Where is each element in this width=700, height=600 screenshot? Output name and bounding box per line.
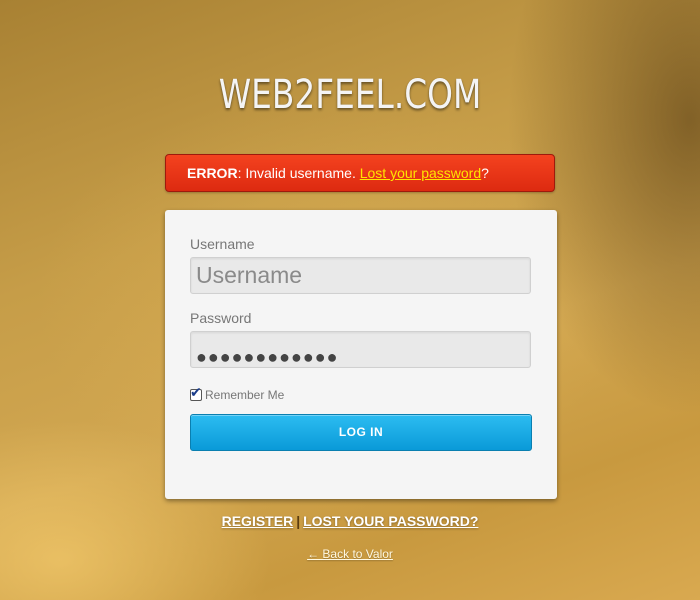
error-message: ERROR: Invalid username. Lost your passw…: [165, 154, 555, 192]
register-link[interactable]: REGISTER: [222, 513, 294, 529]
back-link-row: ← Back to Valor: [0, 547, 700, 561]
login-button[interactable]: LOG IN: [190, 414, 532, 451]
lost-password-link[interactable]: LOST YOUR PASSWORD?: [303, 513, 478, 529]
password-input[interactable]: [190, 331, 531, 368]
footer-links: REGISTER | LOST YOUR PASSWORD?: [0, 513, 700, 529]
error-lost-password-link[interactable]: Lost your password: [360, 165, 481, 181]
username-label: Username: [190, 236, 255, 252]
login-form: Username Password ●●●●●●●●●●●● ✔ Remembe…: [165, 210, 557, 499]
checkmark-icon: ✔: [190, 385, 202, 401]
error-suffix: ?: [481, 165, 489, 181]
back-to-site-link[interactable]: ← Back to Valor: [307, 547, 393, 561]
password-label: Password: [190, 310, 252, 326]
link-separator: |: [296, 513, 301, 529]
error-text: : Invalid username.: [237, 165, 360, 181]
site-logo[interactable]: WEB2FEEL.COM: [63, 72, 637, 118]
error-label: ERROR: [187, 165, 238, 181]
remember-me-label[interactable]: Remember Me: [205, 388, 284, 402]
username-input[interactable]: [190, 257, 531, 294]
remember-me-row: ✔ Remember Me: [190, 385, 284, 404]
remember-me-checkbox[interactable]: ✔: [190, 385, 202, 401]
